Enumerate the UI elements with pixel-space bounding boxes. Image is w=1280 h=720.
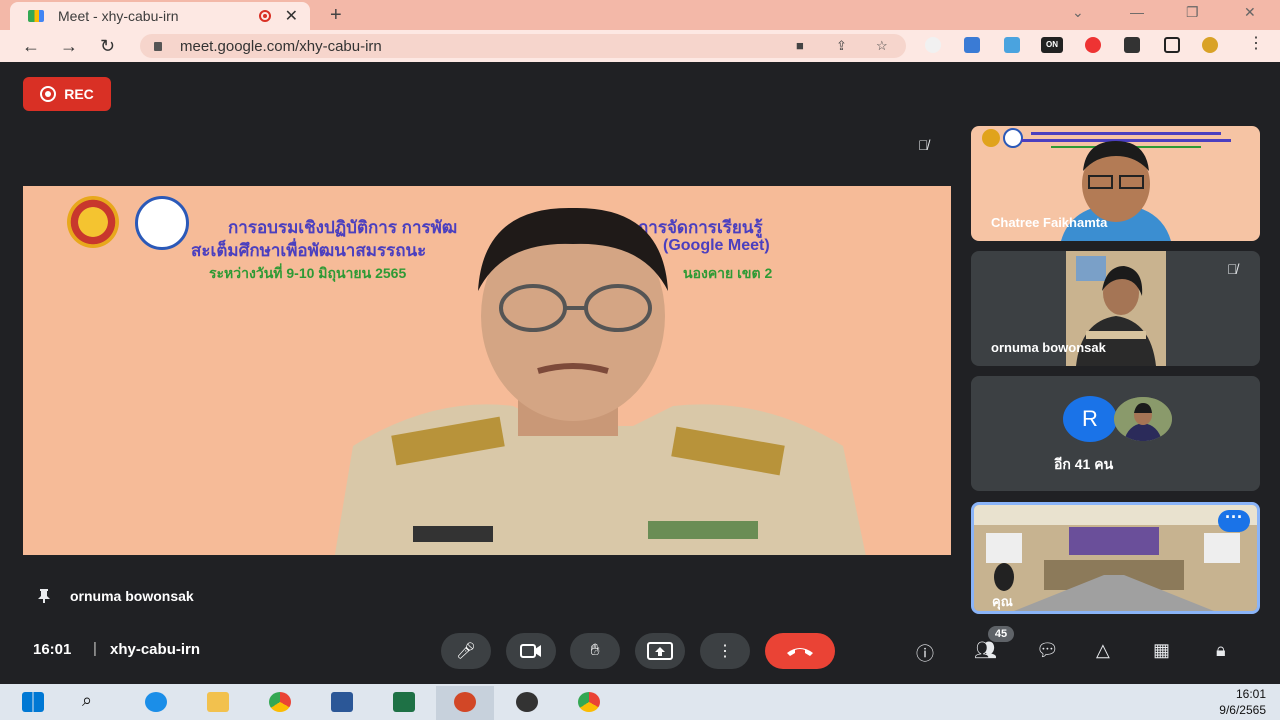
microphone-button[interactable]: 🎤︎ [441, 633, 491, 669]
present-button[interactable] [635, 633, 685, 669]
participant-name: Chatree Faikhamta [991, 215, 1108, 230]
self-label: คุณ [992, 594, 1013, 609]
reload-icon[interactable]: ↻ [100, 36, 115, 57]
tab-title: Meet - xhy-cabu-irn [58, 8, 179, 24]
powerpoint-icon[interactable] [454, 692, 476, 712]
browser-tab[interactable]: Meet - xhy-cabu-irn ✕ [10, 2, 310, 30]
avatar [1114, 397, 1172, 441]
people-icon[interactable]: 👥︎ [974, 640, 997, 661]
self-tile[interactable]: คุณ [971, 502, 1260, 614]
participant-name: ornuma bowonsak [991, 340, 1106, 355]
activities-icon[interactable]: △ [1096, 640, 1110, 661]
separator: | [93, 640, 97, 657]
leave-call-button[interactable] [765, 633, 835, 669]
word-icon[interactable] [331, 692, 353, 712]
url-text: meet.google.com/xhy-cabu-irn [180, 37, 382, 55]
participant-tile[interactable]: 🎙̸ ornuma bowonsak [971, 251, 1260, 366]
chrome-profile-icon[interactable] [578, 692, 600, 712]
profile-avatar[interactable] [1202, 37, 1218, 53]
camera-button[interactable] [506, 633, 556, 669]
stem-logo [135, 196, 189, 250]
recording-badge[interactable]: REC [23, 77, 111, 111]
meet-favicon-icon [28, 10, 44, 22]
minimize-icon[interactable]: — [1130, 4, 1144, 20]
browser-menu-icon[interactable]: ⋮ [1248, 36, 1264, 53]
clock-date: 9/6/2565 [1219, 703, 1266, 717]
record-icon [40, 86, 57, 102]
avatar: R [1063, 396, 1117, 442]
meeting-time: 16:01 [33, 641, 72, 658]
extension-on-icon[interactable]: ON [1041, 37, 1063, 53]
system-clock[interactable]: 16:01 9/6/2565 [1219, 686, 1266, 718]
more-vert-icon: ⋮ [717, 643, 733, 660]
pinned-participant[interactable]: ornuma bowonsak [38, 588, 194, 604]
chrome-icon[interactable] [269, 692, 291, 712]
tile-layout-icon[interactable]: ▦ [1153, 640, 1170, 661]
search-icon[interactable]: ⌕ [82, 690, 104, 710]
clock-time: 16:01 [1235, 687, 1266, 701]
more-options-button[interactable]: ⋮ [700, 633, 750, 669]
muted-mic-icon: 🎙̸ [918, 137, 929, 153]
muted-mic-icon: 🎙̸ [1227, 261, 1238, 277]
extension-mic-icon[interactable] [925, 37, 941, 53]
video-camera-icon [520, 644, 541, 658]
back-icon[interactable]: ← [22, 36, 40, 57]
taskbar [0, 684, 1280, 720]
tab-close-icon[interactable]: ✕ [285, 6, 298, 26]
meeting-details-icon[interactable]: ⓘ [916, 640, 934, 666]
start-button[interactable] [22, 692, 44, 712]
extension-sync-icon[interactable] [964, 37, 980, 53]
others-tile[interactable] [971, 376, 1260, 491]
more-options-button[interactable]: ··· [1218, 508, 1250, 532]
file-explorer-icon[interactable] [207, 692, 229, 712]
edge-icon[interactable] [145, 692, 167, 712]
rec-label: REC [64, 86, 94, 102]
extension-adblock-icon[interactable] [1085, 37, 1101, 53]
tab-search-icon[interactable]: ⌄ [1072, 4, 1084, 21]
camera-permission-icon[interactable]: ■ [796, 38, 804, 53]
forward-icon[interactable]: → [60, 36, 78, 57]
obs-icon[interactable] [516, 692, 538, 712]
extensions-puzzle-icon[interactable] [1124, 37, 1140, 53]
presenter-video [334, 207, 866, 555]
window-close-icon[interactable]: ✕ [1244, 4, 1256, 21]
pinned-participant-name: ornuma bowonsak [70, 588, 194, 604]
self-video [974, 505, 1257, 611]
extension-screen-icon[interactable] [1004, 37, 1020, 53]
new-tab-button[interactable]: + [330, 4, 342, 27]
others-count: อีก 41 คน [1054, 456, 1114, 472]
end-call-icon [787, 648, 813, 656]
address-bar[interactable]: meet.google.com/xhy-cabu-irn ■ ⇪ ☆ [140, 34, 906, 58]
lock-icon [154, 41, 162, 51]
hand-icon: ✋︎ [590, 642, 600, 659]
side-panel-icon[interactable] [1164, 37, 1180, 53]
raise-hand-button[interactable]: ✋︎ [570, 633, 620, 669]
meeting-code: xhy-cabu-irn [110, 641, 201, 658]
main-video-presentation: การอบรมเชิงปฏิบัติการ การพัฒ การจัดการเร… [23, 186, 951, 555]
restore-icon[interactable]: ❐ [1186, 4, 1199, 21]
bookmark-star-icon[interactable]: ☆ [876, 38, 888, 54]
mic-icon: 🎤︎ [455, 643, 477, 660]
ministry-logo [67, 196, 119, 248]
participant-tile[interactable]: Chatree Faikhamta [971, 126, 1260, 241]
pin-icon[interactable] [38, 589, 50, 603]
recording-indicator-icon [258, 10, 271, 22]
share-icon[interactable]: ⇪ [836, 38, 847, 54]
host-controls-icon[interactable]: 🔒︎ [1216, 640, 1226, 661]
excel-icon[interactable] [393, 692, 415, 712]
participant-count-badge: 45 [988, 626, 1014, 642]
present-screen-icon [647, 642, 673, 660]
chat-icon[interactable]: 💬︎ [1036, 640, 1059, 661]
